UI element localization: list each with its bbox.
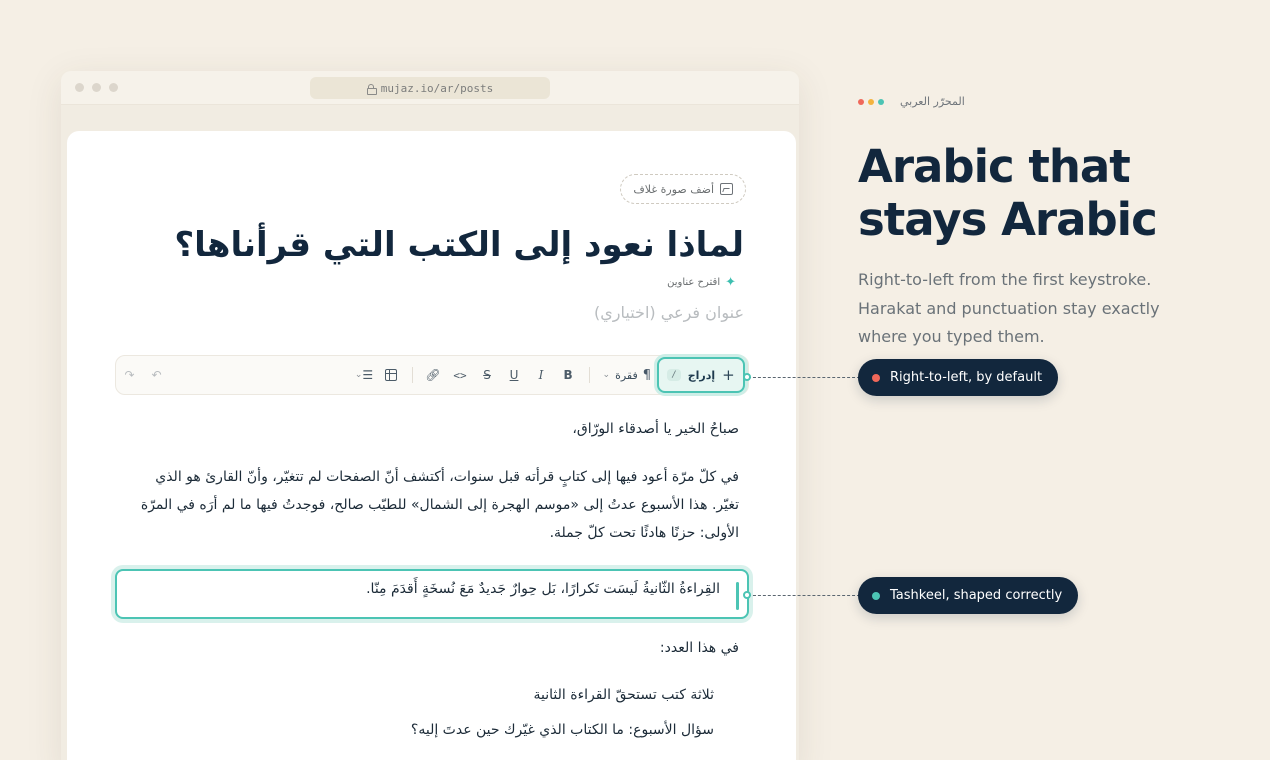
bold-icon[interactable]: B xyxy=(555,362,582,388)
link-icon[interactable]: 🔗︎ xyxy=(420,362,447,388)
insert-button[interactable]: + إدراج / xyxy=(657,357,745,393)
callout-label: Tashkeel, shaped correctly xyxy=(890,588,1063,603)
hero-headline: Arabic that stays Arabic xyxy=(858,140,1158,246)
brand-label: المحرّر العربي xyxy=(900,95,965,108)
post-title[interactable]: لماذا نعود إلى الكتب التي قرأناها؟ xyxy=(124,219,744,271)
callout-label: Right-to-left, by default xyxy=(890,370,1043,385)
callout-dot xyxy=(872,373,880,382)
callout-rtl: Right-to-left, by default xyxy=(858,359,1059,396)
brand-dot xyxy=(868,98,874,105)
issue-heading[interactable]: في هذا العدد: xyxy=(660,634,739,662)
toolbar-divider xyxy=(411,367,413,383)
address-bar-url: mujaz.io/ar/posts xyxy=(380,81,494,95)
brand-dot xyxy=(878,98,884,105)
list-item[interactable]: ثلاثة كتب تستحقّ القراءة الثانية xyxy=(534,681,714,709)
lock-icon xyxy=(366,83,377,95)
toolbar-divider xyxy=(588,367,590,383)
block-type-select[interactable]: ¶ فقرة ⌄ xyxy=(597,368,657,383)
callout-tashkeel: Tashkeel, shaped correctly xyxy=(858,577,1079,614)
window-dot-maximize[interactable] xyxy=(109,83,118,92)
image-plus-icon xyxy=(720,183,733,195)
add-cover-label: أضف صورة غلاف xyxy=(633,182,714,196)
suggest-titles-button[interactable]: ✦ اقترح عناوين xyxy=(667,276,736,289)
italic-icon[interactable]: I xyxy=(528,362,555,388)
block-type-label: فقرة xyxy=(615,368,638,382)
callout-connector xyxy=(748,377,860,378)
browser-window: mujaz.io/ar/posts أضف صورة غلاف لماذا نع… xyxy=(61,71,799,760)
insert-shortcut-key: / xyxy=(667,369,681,381)
browser-chrome: mujaz.io/ar/posts xyxy=(61,71,799,105)
underline-icon[interactable]: U xyxy=(501,362,528,388)
chevron-down-icon: ⌄ xyxy=(602,370,611,380)
hero-description: Right-to-left from the first keystroke. … xyxy=(858,270,1160,346)
align-menu-icon[interactable]: ☰ ⌄ xyxy=(351,362,378,388)
pilcrow-icon: ¶ xyxy=(642,367,651,383)
subtitle-input[interactable]: عنوان فرعي (اختياري) xyxy=(594,303,744,322)
strikethrough-icon[interactable]: S xyxy=(474,362,501,388)
connector-dot xyxy=(743,373,751,381)
window-dot-minimize[interactable] xyxy=(92,83,101,92)
sparkle-icon: ✦ xyxy=(725,275,736,290)
blockquote[interactable]: القِراءةُ الثّانيةُ لَيسَت تَكرارًا، بَل… xyxy=(115,569,749,619)
add-cover-button[interactable]: أضف صورة غلاف xyxy=(620,174,746,204)
table-icon[interactable] xyxy=(378,362,405,388)
callout-dot xyxy=(872,591,880,600)
insert-label: إدراج xyxy=(687,368,716,382)
plus-icon: + xyxy=(722,366,735,384)
editor-canvas: أضف صورة غلاف لماذا نعود إلى الكتب التي … xyxy=(67,131,796,760)
address-bar[interactable]: mujaz.io/ar/posts xyxy=(310,77,550,99)
brand-row: المحرّر العربي xyxy=(858,95,965,108)
callout-connector xyxy=(748,595,860,596)
quote-bar xyxy=(736,582,739,610)
undo-icon[interactable]: ↶ xyxy=(143,362,170,388)
suggest-titles-label: اقترح عناوين xyxy=(667,277,721,288)
connector-dot xyxy=(743,591,751,599)
list-item[interactable]: سؤال الأسبوع: ما الكتاب الذي غيّرك حين ع… xyxy=(411,716,714,744)
code-icon[interactable]: <> xyxy=(447,362,474,388)
redo-icon[interactable]: ↷ xyxy=(116,362,143,388)
quote-text: القِراءةُ الثّانيةُ لَيسَت تَكرارًا، بَل… xyxy=(366,581,720,597)
window-dot-close[interactable] xyxy=(75,83,84,92)
paragraph-greeting[interactable]: صباحُ الخير يا أصدقاء الورّاق، xyxy=(572,415,739,443)
paragraph-intro[interactable]: في كلّ مرّة أعود فيها إلى كتابٍ قرأته قب… xyxy=(139,463,739,547)
brand-dot xyxy=(858,98,864,105)
formatting-toolbar: + إدراج / ¶ فقرة ⌄ B I U S <> 🔗︎ ☰ ⌄ ↶ ↷ xyxy=(115,355,749,395)
